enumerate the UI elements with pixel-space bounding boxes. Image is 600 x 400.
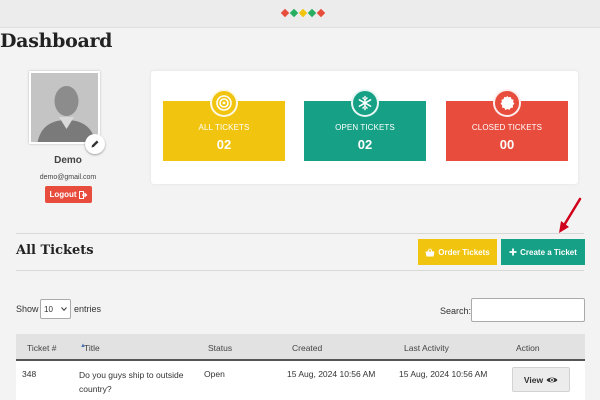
arrow-annotation-icon (559, 197, 582, 233)
entries-select[interactable]: 10 (40, 299, 71, 319)
loader-dot (298, 8, 308, 18)
loader-dot (289, 8, 299, 18)
user-email: demo@gmail.com (39, 174, 97, 181)
stat-card-open-tickets[interactable]: OPEN TICKETS 02 (304, 89, 426, 161)
sign-out-icon (78, 190, 87, 199)
section-divider (16, 233, 584, 234)
user-name: Demo (54, 155, 82, 166)
stat-icon-circle (493, 89, 521, 117)
user-silhouette-icon (31, 73, 98, 142)
stat-icon-circle (210, 89, 238, 117)
stat-value: 00 (499, 137, 515, 152)
entries-select-value: 10 (44, 304, 53, 314)
top-bar (0, 0, 600, 28)
loader-dot (280, 8, 290, 18)
ticket-status: Open (204, 369, 225, 379)
column-header-action[interactable]: Action (516, 343, 540, 353)
search-label: Search: (440, 306, 472, 316)
basket-icon (425, 248, 435, 256)
stat-card-closed-tickets[interactable]: CLOSED TICKETS 00 (446, 89, 568, 161)
create-ticket-button[interactable]: Create a Ticket (501, 239, 585, 265)
logout-button[interactable]: Logout (45, 186, 92, 203)
target-icon (216, 95, 232, 111)
view-button-label: View (523, 374, 544, 385)
column-header-ticket[interactable]: Ticket # (27, 343, 56, 353)
stat-label: ALL TICKETS (198, 123, 250, 132)
order-tickets-button[interactable]: Order Tickets (418, 239, 497, 265)
stat-icon-circle (351, 89, 379, 117)
loader-dots (280, 8, 326, 18)
page-title: Dashboard (0, 30, 113, 52)
ticket-title: Do you guys ship to outside country? (79, 370, 184, 394)
edit-avatar-button[interactable] (85, 134, 105, 154)
order-tickets-label: Order Tickets (438, 247, 490, 257)
section-title: All Tickets (16, 243, 94, 258)
plus-icon (509, 248, 517, 256)
snowflake-icon (358, 95, 372, 111)
ticket-last-activity: 15 Aug, 2024 10:56 AM (399, 369, 488, 379)
create-ticket-label: Create a Ticket (520, 247, 577, 257)
eye-icon (546, 377, 558, 382)
ticket-number: 348 (22, 369, 37, 379)
section-divider (16, 270, 584, 271)
loader-dot (307, 8, 317, 18)
loader-dot (316, 8, 326, 18)
chevron-down-icon (61, 307, 67, 311)
ticket-created: 15 Aug, 2024 10:56 AM (287, 369, 376, 379)
avatar (29, 71, 100, 144)
stat-card-all-tickets[interactable]: ALL TICKETS 02 (163, 89, 285, 161)
view-ticket-button[interactable]: View (512, 367, 570, 392)
entries-label: entries (74, 304, 102, 314)
column-header-created[interactable]: Created (292, 343, 322, 353)
stat-label: OPEN TICKETS (335, 123, 395, 132)
column-header-last-activity[interactable]: Last Activity (404, 343, 449, 353)
search-input[interactable] (471, 298, 585, 322)
pencil-icon (91, 140, 99, 148)
table-row: 348 Do you guys ship to outside country?… (16, 361, 585, 400)
stat-value: 02 (216, 137, 232, 152)
show-label: Show (16, 304, 39, 314)
table-header: Ticket # ▲ Title Status Created Last Act… (16, 334, 585, 361)
column-header-status[interactable]: Status (208, 343, 232, 353)
stat-value: 02 (357, 137, 373, 152)
column-header-title[interactable]: Title (84, 343, 100, 353)
logout-label: Logout (49, 190, 77, 199)
badge-icon (500, 95, 515, 110)
stats-panel: ALL TICKETS 02 OPEN TICKETS 02 CLOSED TI… (151, 71, 578, 184)
stat-label: CLOSED TICKETS (471, 123, 543, 132)
